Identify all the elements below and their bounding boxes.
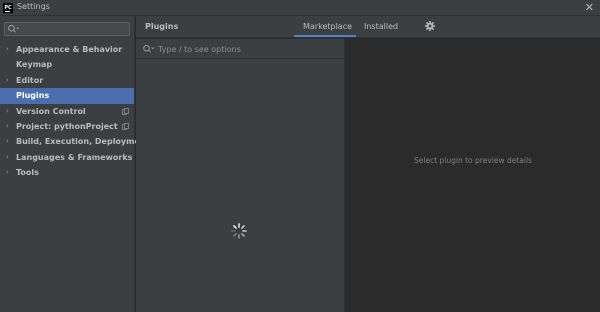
active-tab-indicator <box>294 35 356 37</box>
sidebar-item-version-control[interactable]: › Version Control <box>0 104 134 119</box>
sidebar-item-label: Editor <box>16 75 44 85</box>
sidebar-item-label: Keymap <box>16 60 53 70</box>
title-bar: PC Settings ✕ <box>0 0 600 16</box>
empty-state-message: Select plugin to preview details <box>414 156 532 165</box>
sidebar-item-label: Project: pythonProject <box>16 121 118 131</box>
sidebar-item-editor[interactable]: › Editor <box>0 73 134 88</box>
project-level-icon <box>122 107 129 115</box>
sidebar-item-keymap[interactable]: Keymap <box>0 57 134 72</box>
chevron-right-icon: › <box>6 75 9 84</box>
search-icon <box>8 24 19 33</box>
sidebar-item-label: Version Control <box>16 106 86 116</box>
plugin-list-pane <box>136 39 345 312</box>
sidebar-item-build-execution-deployment[interactable]: › Build, Execution, Deployment <box>0 134 149 149</box>
chevron-right-icon: › <box>6 168 9 177</box>
sidebar-item-project[interactable]: › Project: pythonProject <box>0 119 134 134</box>
window-title: Settings <box>17 2 50 11</box>
chevron-right-icon: › <box>6 152 9 161</box>
loading-spinner-icon <box>231 223 247 239</box>
sidebar-item-label: Tools <box>16 168 39 178</box>
sidebar-item-tools[interactable]: › Tools <box>0 165 134 180</box>
chevron-right-icon: › <box>6 121 9 130</box>
plugin-details-pane: Select plugin to preview details <box>346 39 600 312</box>
chevron-right-icon: › <box>6 45 9 53</box>
tab-installed[interactable]: Installed <box>364 22 398 31</box>
project-level-icon <box>122 123 129 130</box>
search-icon <box>143 44 154 53</box>
settings-sidebar: › Appearance & Behavior Keymap › Editor … <box>0 16 149 312</box>
chevron-right-icon: › <box>6 137 9 146</box>
pycharm-logo-icon: PC <box>3 3 13 13</box>
sidebar-item-languages-frameworks[interactable]: › Languages & Frameworks <box>0 150 134 165</box>
sidebar-item-appearance-behavior[interactable]: › Appearance & Behavior <box>0 42 134 57</box>
close-button[interactable]: ✕ <box>585 1 594 14</box>
sidebar-item-label: Build, Execution, Deployment <box>16 137 150 147</box>
sidebar-item-label: Appearance & Behavior <box>16 45 123 54</box>
gear-icon[interactable] <box>425 21 435 31</box>
plugin-search-input[interactable] <box>158 42 338 56</box>
chevron-right-icon: › <box>6 106 9 115</box>
settings-nav: › Appearance & Behavior Keymap › Editor … <box>0 42 149 181</box>
plugin-search-bar <box>136 39 345 59</box>
settings-search-input[interactable] <box>4 22 130 36</box>
sidebar-item-label: Plugins <box>16 91 50 101</box>
page-title: Plugins <box>145 22 179 31</box>
sidebar-item-plugins[interactable]: Plugins <box>0 88 134 104</box>
plugins-header: Plugins Marketplace Installed <box>136 16 600 38</box>
sidebar-item-label: Languages & Frameworks <box>16 152 133 162</box>
tab-marketplace[interactable]: Marketplace <box>303 22 352 31</box>
